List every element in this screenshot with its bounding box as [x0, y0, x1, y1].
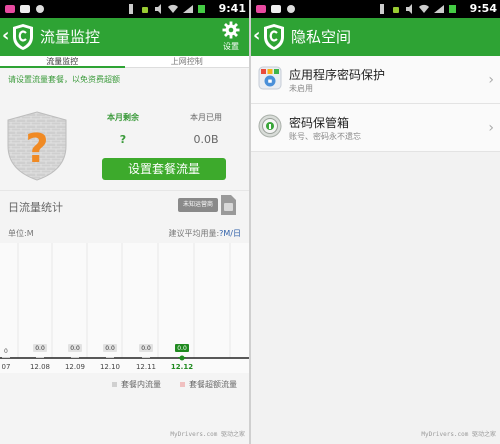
selected-point	[179, 355, 185, 361]
app-bar: ‹ 隐私空间	[251, 18, 500, 56]
remaining-label: 本月剩余	[107, 113, 139, 122]
tab-bar: 流量监控 上网控制	[0, 56, 249, 68]
bar	[106, 357, 114, 358]
tick-label: 12.12	[171, 363, 193, 371]
bar	[142, 357, 150, 358]
remaining-value: ?	[119, 133, 127, 146]
battery-icon	[449, 5, 456, 13]
carrier-badge[interactable]: 未知运营商	[178, 198, 218, 212]
app-bar: ‹ 流量监控 设置	[0, 18, 249, 56]
battery-icon	[198, 5, 205, 13]
app-lock-icon	[258, 66, 282, 90]
mute-icon	[155, 4, 161, 14]
mute-icon	[406, 4, 412, 14]
chevron-right-icon: ›	[488, 72, 494, 88]
remaining-stat: 本月剩余 ?	[93, 112, 153, 146]
daily-stats-header: 日流量统计 未知运营商	[0, 190, 249, 222]
status-bar: 9:54	[251, 0, 500, 18]
set-plan-button[interactable]: 设置套餐流量	[102, 158, 226, 180]
legend-over-plan-label: 套餐超额流量	[189, 380, 237, 389]
average-usage: 建议平均用量:?M/日	[168, 228, 241, 239]
vibrate-icon	[129, 4, 133, 14]
back-chevron-icon[interactable]: ‹	[2, 26, 9, 46]
watermark: MyDrivers.com 驱动之家	[170, 431, 245, 438]
bar	[71, 357, 79, 358]
list-item-title: 应用程序密码保护	[289, 68, 386, 82]
tick-label: 07	[2, 363, 11, 371]
tab-internet-control[interactable]: 上网控制	[124, 56, 249, 68]
app-shield-logo-icon[interactable]	[262, 23, 286, 51]
notification-icon	[271, 5, 281, 13]
value-label: 0.0	[141, 345, 151, 352]
android-icon	[142, 7, 148, 13]
notification-icon	[256, 5, 266, 13]
sim-card-icon[interactable]	[220, 194, 237, 216]
bar	[36, 357, 44, 358]
vibrate-icon	[380, 4, 384, 14]
privacy-space-screen: 9:54 ‹ 隐私空间 应用程序密码保护 未启用 › 密码保管箱 账号、密码永不…	[251, 0, 500, 444]
value-label: 0.0	[177, 345, 187, 352]
unit-label: 单位:M	[8, 229, 34, 238]
average-usage-prefix: 建议平均用量:	[168, 229, 220, 238]
average-usage-value: ?M/日	[219, 229, 241, 238]
tick-label: 12.10	[100, 363, 120, 371]
chart-legend: 套餐内流量 套餐超额流量	[0, 378, 249, 390]
legend-in-plan-swatch	[112, 382, 117, 387]
notification-icon	[20, 5, 30, 13]
status-bar: 9:41	[0, 0, 249, 18]
legend-in-plan: 套餐内流量	[112, 379, 161, 390]
list-item-subtitle: 未启用	[289, 84, 313, 93]
settings-label: 设置	[223, 42, 239, 51]
watermark: MyDrivers.com 驱动之家	[421, 431, 496, 438]
legend-in-plan-label: 套餐内流量	[121, 380, 161, 389]
tick-label: 12.08	[30, 363, 50, 371]
shield-question-mark: ?	[25, 126, 48, 172]
signal-icon	[183, 5, 193, 13]
tab-traffic-monitor[interactable]: 流量监控	[0, 56, 125, 68]
used-label: 本月已用	[190, 113, 222, 122]
list-item-password-vault[interactable]: 密码保管箱 账号、密码永不遗忘 ›	[251, 104, 500, 152]
shield-status-icon: ?	[7, 111, 67, 181]
wifi-icon	[168, 4, 178, 14]
daily-stats-title: 日流量统计	[8, 201, 63, 214]
value-label: 0.0	[35, 345, 45, 352]
y-origin-label: 0	[4, 348, 8, 355]
bar	[2, 357, 10, 358]
status-time: 9:41	[218, 2, 246, 15]
android-icon	[393, 7, 399, 13]
app-shield-logo-icon[interactable]	[11, 23, 35, 51]
daily-traffic-chart: 0 07 0.0 12.08 0.0 12.09 0.0 12.10 0.0 12.11 0.0 12…	[0, 243, 249, 373]
list-item-title: 密码保管箱	[289, 116, 350, 130]
used-value: 0.0B	[193, 133, 219, 146]
password-vault-icon	[258, 114, 282, 138]
notification-icon	[5, 5, 15, 13]
notification-icon	[287, 5, 295, 13]
page-title: 隐私空间	[291, 28, 352, 46]
plan-hint-text: 请设置流量套餐，以免资费超额	[8, 75, 120, 84]
page-title: 流量监控	[40, 28, 101, 46]
legend-over-plan-swatch	[180, 382, 185, 387]
list-item-app-lock[interactable]: 应用程序密码保护 未启用 ›	[251, 56, 500, 104]
wifi-icon	[419, 4, 429, 14]
value-label: 0.0	[70, 345, 80, 352]
tick-label: 12.09	[65, 363, 85, 371]
list-item-subtitle: 账号、密码永不遗忘	[289, 132, 361, 141]
back-chevron-icon[interactable]: ‹	[253, 26, 260, 46]
unit-row: 单位:M 建议平均用量:?M/日	[0, 226, 249, 240]
traffic-monitor-screen: 9:41 ‹ 流量监控 设置 流量监控 上网控制 请设置流量套餐，以免资费超额 …	[0, 0, 249, 444]
settings-button[interactable]: 设置	[221, 21, 241, 52]
value-label: 0.0	[105, 345, 115, 352]
notification-icon	[36, 5, 44, 13]
legend-over-plan: 套餐超额流量	[180, 379, 237, 390]
tick-label: 12.11	[136, 363, 156, 371]
gear-icon	[222, 21, 240, 39]
used-stat: 本月已用 0.0B	[176, 112, 236, 146]
chevron-right-icon: ›	[488, 120, 494, 136]
status-time: 9:54	[469, 2, 497, 15]
signal-icon	[434, 5, 444, 13]
